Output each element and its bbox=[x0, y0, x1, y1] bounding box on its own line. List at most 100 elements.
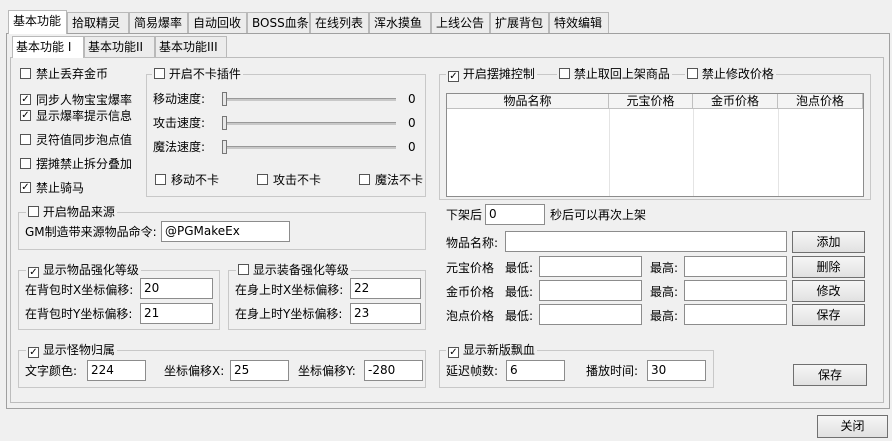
tab-fishing[interactable]: 浑水摸鱼 bbox=[369, 12, 431, 33]
item-name-field[interactable] bbox=[505, 231, 787, 252]
delete-button[interactable]: 删除 bbox=[792, 256, 865, 278]
point-min-field[interactable] bbox=[539, 304, 642, 325]
checkbox-rune-sync[interactable] bbox=[20, 134, 31, 145]
checkbox-no-retrieve[interactable] bbox=[559, 68, 570, 79]
checkbox-stall-enable[interactable]: ✓ bbox=[448, 71, 459, 82]
stall-save-button[interactable]: 保存 bbox=[792, 304, 865, 326]
gm-cmd-field[interactable]: @PGMakeEx bbox=[161, 221, 290, 242]
subtab-basic-2[interactable]: 基本功能II bbox=[84, 36, 155, 57]
stall-no-retrieve: 禁止取回上架商品 bbox=[557, 67, 672, 81]
label-no-retrieve: 禁止取回上架商品 bbox=[573, 67, 670, 81]
label-equip-enhance: 显示装备强化等级 bbox=[252, 263, 349, 277]
label-body-x: 在身上时X坐标偏移: bbox=[235, 283, 344, 297]
play-time-field[interactable]: 30 bbox=[647, 360, 706, 381]
label-no-drop-gold: 禁止丢弃金币 bbox=[36, 67, 109, 81]
stall-no-modify: 禁止修改价格 bbox=[685, 67, 776, 81]
label-magic-speed: 魔法速度: bbox=[153, 140, 206, 154]
point-max-field[interactable] bbox=[684, 304, 787, 325]
yuanbao-min-field[interactable] bbox=[539, 256, 642, 277]
tab-extend-bag[interactable]: 扩展背包 bbox=[490, 12, 549, 33]
slider-move-speed[interactable] bbox=[222, 92, 227, 106]
slider-attack-speed[interactable] bbox=[222, 116, 227, 130]
delay-frames-field[interactable]: 6 bbox=[506, 360, 565, 381]
tab-effect-edit[interactable]: 特效编辑 bbox=[549, 12, 609, 33]
group-item-source-title: 开启物品来源 bbox=[26, 205, 117, 219]
label-stall-enable: 开启摆摊控制 bbox=[462, 67, 535, 81]
value-move-speed: 0 bbox=[408, 92, 416, 106]
checkbox-magic-nocard[interactable] bbox=[359, 174, 370, 185]
group-stall-title: ✓ 开启摆摊控制 bbox=[446, 67, 537, 82]
label-gold-max: 最高: bbox=[650, 285, 679, 299]
checkbox-item-enhance[interactable]: ✓ bbox=[28, 267, 39, 278]
relist-seconds-field[interactable]: 0 bbox=[485, 204, 545, 225]
label-attack-speed: 攻击速度: bbox=[153, 116, 206, 130]
add-button[interactable]: 添加 bbox=[792, 231, 865, 253]
checkbox-stall-no-split[interactable] bbox=[20, 158, 31, 169]
gold-min-field[interactable] bbox=[539, 280, 642, 301]
label-yuanbao-price: 元宝价格 bbox=[446, 261, 495, 275]
save-button[interactable]: 保存 bbox=[793, 364, 867, 386]
tab-pickup-sprite[interactable]: 拾取精灵 bbox=[67, 12, 129, 33]
column-point-price[interactable]: 泡点价格 bbox=[778, 94, 863, 109]
column-divider bbox=[693, 109, 694, 196]
label-bag-y: 在背包时Y坐标偏移: bbox=[25, 307, 133, 321]
offset-y-field[interactable]: -280 bbox=[364, 360, 423, 381]
body-y-field[interactable]: 23 bbox=[350, 303, 421, 324]
checkbox-sync-pet-drop[interactable]: ✓ bbox=[20, 94, 31, 105]
label-play-time: 播放时间: bbox=[586, 364, 639, 378]
checkbox-item-source[interactable] bbox=[28, 206, 39, 217]
tab-login-notice[interactable]: 上线公告 bbox=[431, 12, 490, 33]
close-button[interactable]: 关闭 bbox=[817, 415, 888, 438]
tab-drop-rate[interactable]: 简易爆率 bbox=[129, 12, 188, 33]
checkbox-monster[interactable]: ✓ bbox=[28, 347, 39, 358]
column-gold-price[interactable]: 金币价格 bbox=[693, 94, 778, 109]
label-stall-no-split: 摆摊禁止拆分叠加 bbox=[36, 157, 133, 171]
label-point-price: 泡点价格 bbox=[446, 309, 495, 323]
label-gm-cmd: GM制造带来源物品命令: bbox=[25, 225, 157, 239]
group-item-enhance-title: ✓ 显示物品强化等级 bbox=[26, 263, 141, 278]
column-divider bbox=[609, 109, 610, 196]
checkbox-attack-nocard[interactable] bbox=[257, 174, 268, 185]
group-floating-blood-title: ✓ 显示新版飘血 bbox=[446, 343, 537, 358]
label-gold-min: 最低: bbox=[505, 285, 534, 299]
yuanbao-max-field[interactable] bbox=[684, 256, 787, 277]
checkbox-move-nocard[interactable] bbox=[155, 174, 166, 185]
group-equip-enhance-title: 显示装备强化等级 bbox=[236, 263, 351, 277]
tab-auto-recycle[interactable]: 自动回收 bbox=[188, 12, 247, 33]
slider-magic-speed[interactable] bbox=[222, 140, 227, 154]
label-sync-pet-drop: 同步人物宝宝爆率 bbox=[36, 93, 133, 107]
checkbox-floating-blood[interactable]: ✓ bbox=[448, 347, 459, 358]
modify-button[interactable]: 修改 bbox=[792, 280, 865, 302]
tab-basic[interactable]: 基本功能 bbox=[8, 10, 67, 34]
label-show-drop-tip: 显示爆率提示信息 bbox=[36, 109, 133, 123]
offset-x-field[interactable]: 25 bbox=[230, 360, 289, 381]
column-divider bbox=[778, 109, 779, 196]
checkbox-no-drop-gold[interactable] bbox=[20, 68, 31, 79]
checkbox-no-modify[interactable] bbox=[687, 68, 698, 79]
checkbox-show-drop-tip[interactable]: ✓ bbox=[20, 110, 31, 121]
label-point-max: 最高: bbox=[650, 309, 679, 323]
label-rune-sync: 灵符值同步泡点值 bbox=[36, 133, 133, 147]
tab-online-list[interactable]: 在线列表 bbox=[310, 12, 369, 33]
label-no-riding: 禁止骑马 bbox=[36, 181, 85, 195]
subtab-basic-1[interactable]: 基本功能 I bbox=[12, 36, 84, 58]
slider-magic-speed-track bbox=[224, 146, 396, 149]
bag-y-field[interactable]: 21 bbox=[140, 303, 213, 324]
column-item-name[interactable]: 物品名称 bbox=[447, 94, 609, 109]
label-body-y: 在身上时Y坐标偏移: bbox=[235, 307, 343, 321]
checkbox-nocard[interactable] bbox=[154, 68, 165, 79]
text-color-field[interactable]: 224 bbox=[87, 360, 146, 381]
body-x-field[interactable]: 22 bbox=[350, 278, 421, 299]
value-attack-speed: 0 bbox=[408, 116, 416, 130]
bag-x-field[interactable]: 20 bbox=[140, 278, 213, 299]
subtab-basic-3[interactable]: 基本功能III bbox=[155, 36, 227, 57]
checkbox-no-riding[interactable]: ✓ bbox=[20, 182, 31, 193]
label-no-modify: 禁止修改价格 bbox=[701, 67, 774, 81]
gold-max-field[interactable] bbox=[684, 280, 787, 301]
label-text-color: 文字颜色: bbox=[25, 364, 78, 378]
label-magic-nocard: 魔法不卡 bbox=[375, 173, 424, 187]
slider-attack-speed-track bbox=[224, 122, 396, 125]
checkbox-equip-enhance[interactable] bbox=[238, 264, 249, 275]
column-yuanbao-price[interactable]: 元宝价格 bbox=[609, 94, 693, 109]
tab-boss-hp[interactable]: BOSS血条 bbox=[247, 12, 310, 33]
